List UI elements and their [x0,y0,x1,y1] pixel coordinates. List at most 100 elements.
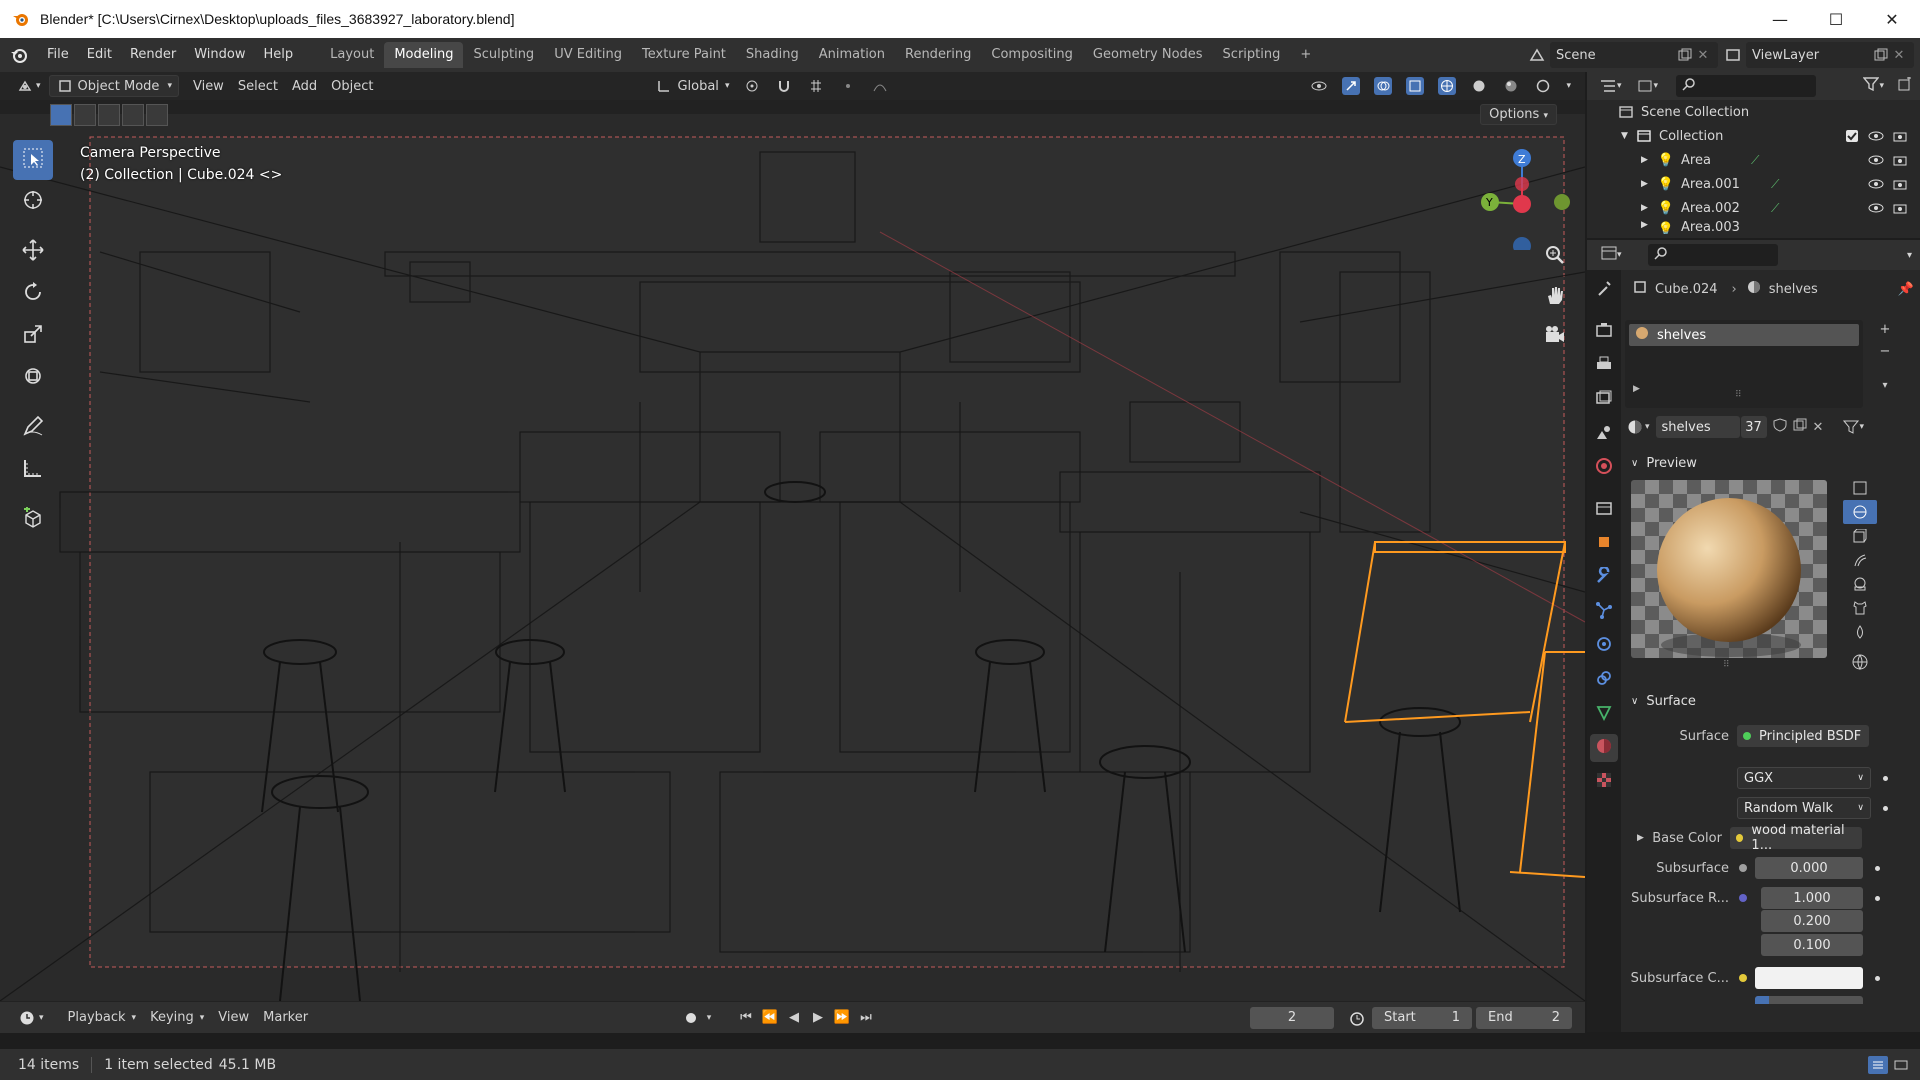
expand-arrow-icon[interactable]: ▶ [1633,384,1640,394]
expand-arrow-icon[interactable]: ▶ [1641,179,1657,189]
tab-geometry-nodes[interactable]: Geometry Nodes [1083,42,1213,68]
tab-texture-paint[interactable]: Texture Paint [632,42,736,68]
expand-arrow-icon[interactable]: ▶ [1637,833,1644,843]
menu-file[interactable]: File [38,43,78,67]
outliner-search-field[interactable] [1676,75,1817,97]
tab-uv-editing[interactable]: UV Editing [544,42,632,68]
add-slot-button[interactable]: + [1875,322,1895,342]
remove-view-layer-icon[interactable]: ✕ [1890,46,1908,64]
tab-rendering[interactable]: Rendering [895,42,981,68]
eye-icon[interactable] [1864,130,1888,142]
collection-row[interactable]: ▼ Collection [1587,124,1920,148]
add-workspace-button[interactable]: + [1290,42,1321,68]
measure-tool[interactable] [13,450,53,490]
preview-shaderball-button[interactable] [1843,572,1877,596]
base-color-field[interactable]: wood material 1... [1729,823,1862,853]
outliner-item[interactable]: ▶ 💡 Area.003 [1587,220,1920,234]
scene-input[interactable] [1556,47,1676,63]
preview-world-button[interactable] [1843,648,1877,676]
preview-range-icon[interactable] [1348,1009,1366,1027]
outliner-item[interactable]: ▶ 💡 Area.001 ⟋ [1587,172,1920,196]
tab-world[interactable] [1590,454,1618,482]
surface-shader-field[interactable]: Principled BSDF [1737,725,1869,747]
tab-texture[interactable] [1590,768,1618,796]
select-intersect-mode[interactable] [146,104,168,126]
tab-modifiers[interactable] [1590,564,1618,592]
frame-end-field[interactable]: End 2 [1476,1006,1572,1029]
shading-wireframe-button[interactable] [1432,75,1462,97]
proportional-edit-toggle[interactable] [833,75,863,97]
view-layer-input[interactable] [1752,47,1872,63]
outliner-item[interactable]: ▶ 💡 Area.002 ⟋ [1587,196,1920,220]
tab-layout[interactable]: Layout [320,42,384,68]
play-reverse-icon[interactable]: ◀ [782,1009,806,1027]
object-mode-dropdown[interactable]: Object Mode ▾ [48,75,179,97]
transform-tool[interactable] [13,358,53,398]
keyframe-dot-icon[interactable] [1883,805,1888,811]
blender-menu-icon[interactable] [0,46,38,64]
unlink-material-icon[interactable]: ✕ [1813,420,1824,435]
rotate-tool[interactable] [13,274,53,314]
subsurface-radius-x-field[interactable]: 1.000 [1761,887,1863,909]
3d-viewport[interactable]: ▾ Object Mode ▾ View Select Add Object G… [0,72,1585,1001]
collapse-arrow-icon[interactable]: ▼ [1621,131,1635,141]
material-slot-list[interactable]: shelves ▶ ⠿ [1625,320,1863,408]
cursor-tool[interactable] [13,182,53,222]
camera-render-icon[interactable] [1888,178,1912,190]
tab-physics[interactable] [1590,632,1618,660]
fake-user-shield-icon[interactable] [1773,418,1787,436]
editor-type-button[interactable]: ▾ [10,75,47,97]
jump-to-start-icon[interactable]: ⏮ [734,1009,758,1027]
new-collection-button[interactable] [1892,75,1918,97]
scene-selector-icon[interactable] [1528,46,1546,64]
overlays-toggle[interactable] [1368,75,1398,97]
timeline-view-menu[interactable]: View [212,1007,255,1029]
keyframe-dot-icon[interactable] [1875,865,1880,871]
properties-editor-type[interactable]: ▾ [1595,244,1628,266]
subsurface-radius-y-field[interactable]: 0.200 [1761,910,1863,932]
tab-object[interactable] [1590,530,1618,558]
select-subtract-mode[interactable] [98,104,120,126]
eye-icon[interactable] [1864,202,1888,214]
tab-compositing[interactable]: Compositing [981,42,1083,68]
tab-view-layer[interactable] [1590,386,1618,414]
display-mode-dropdown[interactable]: ▾ [1630,75,1665,97]
maximize-button[interactable]: ☐ [1808,0,1864,38]
remove-slot-button[interactable]: − [1875,344,1895,364]
view-layer-icon[interactable] [1724,46,1742,64]
duplicate-scene-icon[interactable] [1676,46,1694,64]
minimize-button[interactable]: — [1752,0,1808,38]
outliner-item[interactable]: ▶ 💡 Area ⟋ [1587,148,1920,172]
tab-sculpting[interactable]: Sculpting [463,42,544,68]
preview-cloth-button[interactable] [1843,596,1877,620]
tab-material[interactable] [1590,734,1618,762]
jump-to-keyframe-forward-icon[interactable]: ⏩ [830,1009,854,1027]
snap-target-button[interactable] [801,75,831,97]
outliner-editor-type[interactable]: ▾ [1593,75,1628,97]
preview-panel-header[interactable]: ∨ Preview [1623,450,1920,476]
pan-button[interactable] [1540,282,1570,312]
add-cube-tool[interactable] [13,500,53,540]
navigation-gizmo[interactable]: Z Y [1476,140,1576,250]
shading-options-dropdown[interactable]: ▾ [1560,75,1577,97]
menu-edit[interactable]: Edit [78,43,121,67]
exclude-checkbox[interactable] [1840,130,1864,142]
material-users-count[interactable]: 37 [1740,416,1767,438]
keying-menu[interactable]: Keying ▾ [144,1007,210,1029]
gizmo-toggle[interactable] [1336,75,1366,97]
info-log-icon[interactable] [1868,1055,1888,1074]
tab-modeling[interactable]: Modeling [384,42,464,68]
tab-collection[interactable] [1590,496,1618,524]
preview-fluid-button[interactable] [1843,620,1877,644]
properties-search-field[interactable] [1647,244,1778,266]
play-icon[interactable]: ▶ [806,1009,830,1027]
tab-particles[interactable] [1590,598,1618,626]
distribution-dropdown[interactable]: GGX ∨ [1737,767,1871,789]
select-new-mode[interactable] [50,104,72,126]
menu-object[interactable]: Object [325,75,379,97]
camera-render-icon[interactable] [1888,202,1912,214]
current-frame-field[interactable]: 2 [1250,1006,1334,1029]
resize-grip-icon[interactable]: ⠿ [1735,390,1742,400]
camera-render-icon[interactable] [1888,130,1912,142]
wireframe-scene[interactable] [0,72,1585,1001]
